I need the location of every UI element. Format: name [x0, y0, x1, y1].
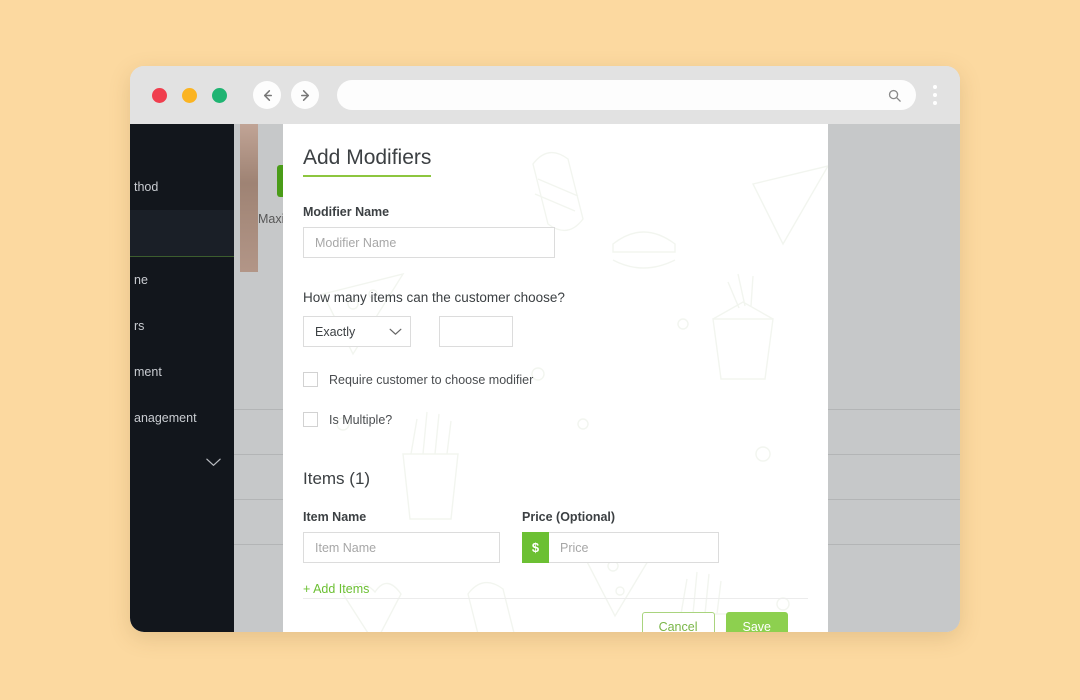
uploaded-image-thumbnail [240, 124, 258, 272]
quantity-type-value: Exactly [303, 316, 411, 347]
price-column-label: Price (Optional) [522, 510, 616, 524]
quantity-controls-row: Exactly [303, 316, 808, 347]
forward-button[interactable] [291, 81, 319, 109]
browser-menu-button[interactable] [922, 85, 948, 105]
quantity-question-label: How many items can the customer choose? [303, 290, 565, 305]
items-column-headers: Item Name Price (Optional) [303, 510, 808, 524]
kebab-dot [933, 93, 937, 97]
address-bar[interactable] [337, 80, 916, 110]
search-icon[interactable] [887, 88, 902, 103]
sidebar-top-spacer [130, 124, 234, 164]
is-multiple-row[interactable]: Is Multiple? [303, 412, 808, 427]
modal-footer: Cancel Save [303, 598, 808, 632]
quantity-type-select[interactable]: Exactly [303, 316, 411, 347]
app-sidebar: thod ne rs ment anagement [130, 124, 234, 632]
close-window-button[interactable] [152, 87, 167, 103]
sidebar-expand-button[interactable] [130, 441, 234, 468]
price-field-group: $ [522, 532, 719, 563]
is-multiple-checkbox[interactable] [303, 412, 318, 427]
page-title: Add Modifiers [303, 146, 432, 177]
sidebar-item-label: ment [134, 365, 162, 379]
add-items-link[interactable]: + Add Items [303, 582, 369, 596]
sidebar-item-method[interactable]: thod [130, 164, 234, 210]
kebab-dot [933, 85, 937, 89]
modifier-name-label: Modifier Name [303, 205, 390, 219]
items-section-title: Items (1) [303, 469, 371, 488]
item-name-column-label: Item Name [303, 510, 367, 524]
maximize-window-button[interactable] [212, 87, 227, 103]
browser-chrome-bar [130, 66, 960, 124]
item-name-input[interactable] [303, 532, 500, 563]
require-choice-row[interactable]: Require customer to choose modifier [303, 372, 808, 387]
back-button[interactable] [253, 81, 281, 109]
arrow-right-icon [300, 89, 309, 101]
price-input[interactable] [549, 532, 719, 563]
app-viewport: thod ne rs ment anagement Add Modifiers … [130, 124, 960, 632]
save-button[interactable]: Save [725, 612, 788, 632]
sidebar-item-label: anagement [134, 411, 197, 425]
add-modifiers-modal: Add Modifiers Modifier Name How many ite… [283, 124, 828, 632]
item-row: $ [303, 532, 808, 563]
arrow-left-icon [263, 89, 272, 101]
modal-body: Add Modifiers Modifier Name How many ite… [283, 124, 828, 598]
currency-symbol-icon: $ [522, 532, 549, 563]
sidebar-item-one[interactable]: ne [130, 257, 234, 303]
browser-window: thod ne rs ment anagement Add Modifiers … [130, 66, 960, 632]
navigation-buttons [253, 81, 319, 109]
require-choice-checkbox[interactable] [303, 372, 318, 387]
kebab-dot [933, 101, 937, 105]
minimize-window-button[interactable] [182, 87, 197, 103]
sidebar-item-active[interactable] [130, 210, 234, 256]
is-multiple-label: Is Multiple? [329, 412, 393, 427]
sidebar-item-management[interactable]: anagement [130, 395, 234, 441]
sidebar-item-orders[interactable]: rs [130, 303, 234, 349]
cancel-button[interactable]: Cancel [641, 612, 715, 632]
modifier-name-input[interactable] [303, 227, 555, 258]
traffic-lights [152, 87, 227, 103]
sidebar-item-label: rs [134, 319, 145, 333]
require-choice-label: Require customer to choose modifier [329, 372, 534, 387]
sidebar-item-label: ne [134, 273, 148, 287]
quantity-value-input[interactable] [439, 316, 513, 347]
chevron-down-icon [206, 458, 221, 466]
sidebar-item-management-short[interactable]: ment [130, 349, 234, 395]
sidebar-item-label: thod [134, 180, 159, 194]
